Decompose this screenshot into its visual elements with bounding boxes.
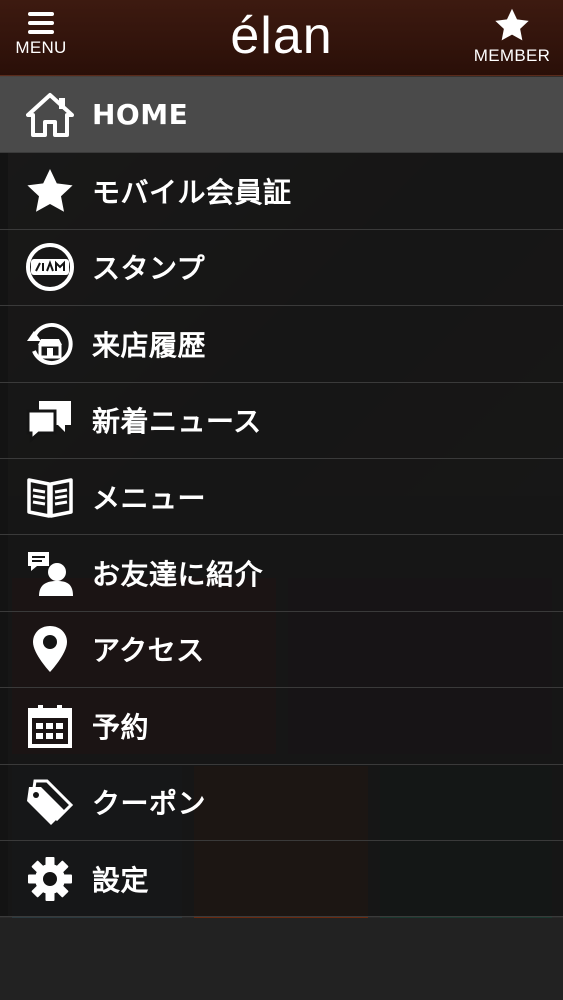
drawer-item-label: モバイル会員証 (92, 176, 292, 210)
star-icon (24, 165, 76, 217)
location-pin-icon (24, 623, 76, 675)
star-icon (495, 8, 529, 41)
friend-referral-icon (24, 547, 76, 599)
drawer-item-label: クーポン (92, 787, 207, 821)
drawer-item-stamp[interactable]: スタンプ (0, 230, 563, 307)
visit-history-icon (24, 318, 76, 370)
calendar-icon (24, 700, 76, 752)
menu-book-icon (24, 471, 76, 523)
app-header: MENU élan MEMBER (0, 0, 563, 76)
side-drawer-menu: HOME モバイル会員証 スタンプ 来店履歴 新着ニュース メニュー お友達に紹… (0, 77, 563, 918)
drawer-item-menu[interactable]: メニュー (0, 459, 563, 536)
drawer-item-label: お友達に紹介 (92, 558, 264, 592)
home-icon (24, 89, 76, 141)
drawer-item-label: メニュー (92, 481, 207, 515)
member-label: MEMBER (473, 46, 551, 65)
drawer-item-home[interactable]: HOME (0, 77, 563, 154)
drawer-item-access[interactable]: アクセス (0, 612, 563, 689)
member-button[interactable]: MEMBER (471, 8, 553, 66)
coupon-tag-icon (24, 776, 76, 828)
drawer-item-settings[interactable]: 設定 (0, 841, 563, 918)
drawer-item-label: 新着ニュース (92, 405, 262, 439)
drawer-item-label: スタンプ (92, 252, 206, 286)
drawer-item-label: 予約 (92, 710, 150, 744)
drawer-item-label: 来店履歴 (92, 328, 207, 362)
drawer-item-coupon[interactable]: クーポン (0, 765, 563, 841)
drawer-item-label: HOME (92, 98, 189, 132)
drawer-item-friend-referral[interactable]: お友達に紹介 (0, 535, 563, 612)
stamp-icon (24, 241, 76, 293)
drawer-item-visit-history[interactable]: 来店履歴 (0, 306, 563, 383)
bottom-tab-bar (0, 918, 563, 1000)
drawer-item-label: 設定 (92, 863, 150, 897)
drawer-item-news[interactable]: 新着ニュース (0, 383, 563, 459)
drawer-item-reservation[interactable]: 予約 (0, 688, 563, 765)
news-chat-icon (24, 394, 76, 446)
drawer-item-label: アクセス (92, 634, 205, 668)
gear-icon (24, 853, 76, 905)
drawer-item-member-card[interactable]: モバイル会員証 (0, 153, 563, 230)
